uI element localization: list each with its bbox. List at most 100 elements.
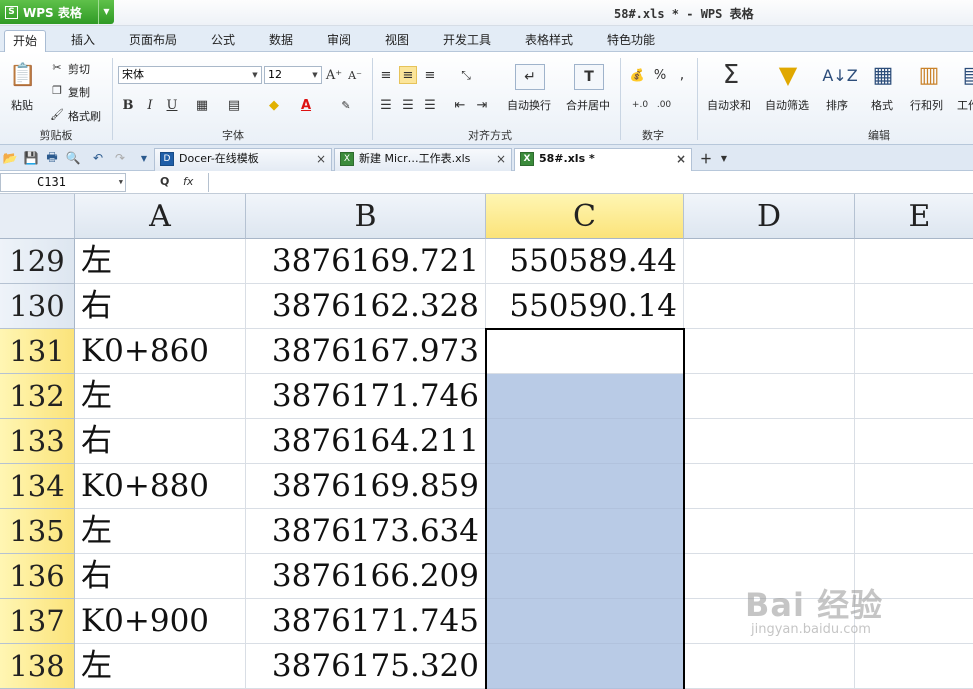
cell-d[interactable]: [684, 509, 855, 554]
close-icon[interactable]: ×: [676, 149, 686, 169]
wrap-text-button[interactable]: 自动换行: [507, 97, 551, 113]
cell-c[interactable]: [486, 464, 684, 509]
cell-b[interactable]: 3876162.328: [246, 284, 486, 329]
row-header[interactable]: 138: [0, 644, 75, 689]
fill-color-icon[interactable]: ◆: [264, 96, 284, 114]
cell-b[interactable]: 3876169.859: [246, 464, 486, 509]
cut-button[interactable]: 剪切: [68, 61, 90, 77]
italic-button[interactable]: I: [142, 96, 158, 114]
row-header[interactable]: 136: [0, 554, 75, 599]
open-folder-icon[interactable]: 📂: [2, 150, 18, 166]
tab-formulas[interactable]: 公式: [203, 30, 243, 52]
cell-style-icon[interactable]: ▤: [224, 96, 244, 114]
cell-d[interactable]: [684, 464, 855, 509]
cell-b[interactable]: 3876175.320: [246, 644, 486, 689]
text-direction-icon[interactable]: ⤡: [453, 66, 479, 84]
cell-b[interactable]: 3876171.746: [246, 374, 486, 419]
row-header[interactable]: 132: [0, 374, 75, 419]
row-header[interactable]: 131: [0, 329, 75, 374]
sort-button[interactable]: 排序: [826, 97, 848, 113]
merge-center-button[interactable]: 合并居中: [566, 97, 610, 113]
tab-view[interactable]: 视图: [377, 30, 417, 52]
insert-function-button[interactable]: fx: [183, 175, 193, 188]
column-header-b[interactable]: B: [246, 194, 486, 239]
bold-button[interactable]: B: [120, 96, 136, 114]
chevron-down-icon[interactable]: ▼: [119, 174, 123, 191]
cell-c[interactable]: [486, 644, 684, 689]
doc-tab-new-workbook[interactable]: X 新建 Micr…工作表.xls ×: [334, 148, 512, 171]
close-icon[interactable]: ×: [316, 149, 326, 169]
cell-b[interactable]: 3876166.209: [246, 554, 486, 599]
row-header[interactable]: 137: [0, 599, 75, 644]
font-name-select[interactable]: 宋体 ▼: [118, 66, 262, 84]
select-all-corner[interactable]: [0, 194, 75, 239]
decrease-indent-icon[interactable]: ⇤: [452, 96, 468, 114]
align-top-icon[interactable]: ≡: [378, 66, 394, 84]
row-header[interactable]: 133: [0, 419, 75, 464]
cell-e[interactable]: [855, 374, 973, 419]
close-icon[interactable]: ×: [496, 149, 506, 169]
cell-d[interactable]: [684, 419, 855, 464]
shrink-font-button[interactable]: A⁻: [347, 66, 363, 84]
undo-icon[interactable]: ↶: [90, 150, 106, 166]
cell-a[interactable]: K0+860: [75, 329, 246, 374]
chevron-down-icon[interactable]: ▼: [716, 150, 732, 166]
cell-a[interactable]: K0+900: [75, 599, 246, 644]
align-middle-icon[interactable]: ≡: [399, 66, 417, 84]
cell-a[interactable]: 左: [75, 509, 246, 554]
redo-icon[interactable]: ↷: [112, 150, 128, 166]
clear-format-icon[interactable]: ✎: [336, 96, 356, 114]
autosum-button[interactable]: 自动求和: [707, 97, 751, 113]
paste-icon[interactable]: 📋: [8, 60, 38, 90]
cell-d[interactable]: [684, 239, 855, 284]
cell-a[interactable]: K0+880: [75, 464, 246, 509]
new-tab-icon[interactable]: ＋: [698, 150, 714, 166]
percent-button[interactable]: %: [652, 66, 668, 84]
column-header-c[interactable]: C: [486, 194, 684, 239]
column-header-d[interactable]: D: [684, 194, 855, 239]
tab-special[interactable]: 特色功能: [599, 30, 663, 52]
cell-e[interactable]: [855, 419, 973, 464]
tab-table-style[interactable]: 表格样式: [517, 30, 581, 52]
cell-e[interactable]: [855, 284, 973, 329]
formula-input[interactable]: [208, 173, 973, 192]
copy-button[interactable]: 复制: [68, 84, 90, 100]
cell-b[interactable]: 3876173.634: [246, 509, 486, 554]
paste-button[interactable]: 粘贴: [11, 97, 33, 113]
worksheet-button[interactable]: 工作: [957, 97, 973, 113]
doc-tab-docer[interactable]: D Docer-在线模板 ×: [154, 148, 332, 171]
column-header-e[interactable]: E: [855, 194, 973, 239]
print-icon[interactable]: 🖶: [44, 150, 60, 166]
cell-b[interactable]: 3876164.211: [246, 419, 486, 464]
font-color-icon[interactable]: A: [296, 96, 316, 114]
align-bottom-icon[interactable]: ≡: [422, 66, 438, 84]
decrease-decimal-icon[interactable]: .00: [654, 96, 674, 114]
cell-c[interactable]: [486, 509, 684, 554]
tab-home[interactable]: 开始: [4, 30, 47, 52]
format-painter-button[interactable]: 格式刷: [68, 108, 101, 124]
cell-c[interactable]: [486, 599, 684, 644]
cell-a[interactable]: 左: [75, 644, 246, 689]
grow-font-button[interactable]: A⁺: [326, 66, 342, 84]
name-box[interactable]: C131 ▼: [0, 173, 126, 192]
tab-review[interactable]: 审阅: [319, 30, 359, 52]
cell-e[interactable]: [855, 329, 973, 374]
cell-c[interactable]: [486, 329, 684, 374]
row-header[interactable]: 129: [0, 239, 75, 284]
doc-tab-58-xls[interactable]: X 58#.xls * ×: [514, 148, 692, 171]
cell-e[interactable]: [855, 464, 973, 509]
currency-icon[interactable]: 💰: [628, 66, 646, 84]
align-center-icon[interactable]: ☰: [400, 96, 416, 114]
print-preview-icon[interactable]: 🔍: [65, 150, 81, 166]
cell-e[interactable]: [855, 644, 973, 689]
tab-data[interactable]: 数据: [261, 30, 301, 52]
app-menu-button[interactable]: S WPS 表格 ▼: [0, 0, 114, 24]
cell-c[interactable]: 550590.14: [486, 284, 684, 329]
cell-d[interactable]: [684, 329, 855, 374]
font-size-select[interactable]: 12 ▼: [264, 66, 322, 84]
increase-decimal-icon[interactable]: +.0: [630, 96, 650, 114]
save-icon[interactable]: 💾: [23, 150, 39, 166]
row-header[interactable]: 135: [0, 509, 75, 554]
cell-b[interactable]: 3876171.745: [246, 599, 486, 644]
cell-c[interactable]: [486, 419, 684, 464]
